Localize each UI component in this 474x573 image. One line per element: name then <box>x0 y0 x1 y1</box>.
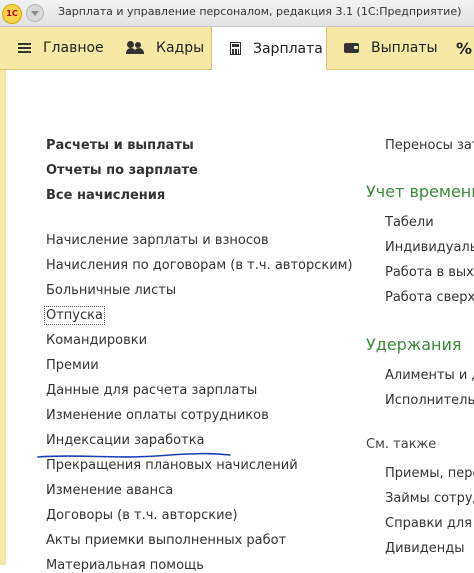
link-financial-aid[interactable]: Материальная помощь <box>46 558 204 573</box>
link-vacations[interactable]: Отпуска <box>44 306 105 325</box>
people-icon <box>126 41 144 55</box>
window-titlebar: 1С Зарплата и управление персоналом, ред… <box>0 0 474 27</box>
link-earnings-indexation[interactable]: Индексации заработка <box>46 433 205 448</box>
link-business-trips[interactable]: Командировки <box>46 333 147 348</box>
link-weekend-work[interactable]: Работа в выхо <box>385 265 474 280</box>
link-payroll-and-payments[interactable]: Расчеты и выплаты <box>46 138 194 153</box>
link-hirings-transfers[interactable]: Приемы, перев <box>385 466 474 481</box>
link-all-accruals[interactable]: Все начисления <box>46 188 165 203</box>
sections-panel: Главное Кадры Зарплата Выплаты % <box>0 27 474 70</box>
menu-icon <box>18 41 31 55</box>
window-title: Зарплата и управление персоналом, редакц… <box>58 5 462 18</box>
link-overtime-work[interactable]: Работа сверху <box>385 290 474 305</box>
tab-main[interactable]: Главное <box>18 27 104 69</box>
tab-personnel[interactable]: Кадры <box>126 27 204 69</box>
calculator-icon <box>230 42 241 55</box>
tab-payments[interactable]: Выплаты <box>344 27 438 69</box>
link-writs-of-execution[interactable]: Исполнительн <box>385 393 474 408</box>
link-accrual-salary-contributions[interactable]: Начисление зарплаты и взносов <box>46 233 269 248</box>
section-content: Расчеты и выплаты Отчеты по зарплате Все… <box>0 70 474 573</box>
link-individual-schedules[interactable]: Индивидуальн <box>385 240 474 255</box>
tab-label: Зарплата <box>253 40 323 57</box>
tab-label: Главное <box>43 40 104 56</box>
link-employee-loans[interactable]: Займы сотруд <box>385 491 474 506</box>
link-timesheets[interactable]: Табели <box>385 215 434 230</box>
link-dividends[interactable]: Дивиденды <box>385 541 464 556</box>
main-menu-button[interactable] <box>26 4 44 22</box>
link-sick-leaves[interactable]: Больничные листы <box>46 283 176 298</box>
link-salary-calculation-data[interactable]: Данные для расчета зарплаты <box>46 383 257 398</box>
link-work-acceptance-acts[interactable]: Акты приемки выполненных работ <box>46 533 286 548</box>
link-bonuses[interactable]: Премии <box>46 358 99 373</box>
left-panel-edge <box>0 70 6 565</box>
link-cost-transfer[interactable]: Переносы затр <box>385 138 474 153</box>
tab-label: % <box>456 38 473 58</box>
tab-label: Кадры <box>156 40 205 56</box>
tab-label: Выплаты <box>371 40 438 56</box>
link-employee-pay-change[interactable]: Изменение оплаты сотрудников <box>46 408 269 423</box>
wallet-icon <box>344 43 359 53</box>
section-title-deductions: Удержания <box>366 335 462 354</box>
link-accruals-by-contracts[interactable]: Начисления по договорам (в т.ч. авторски… <box>46 258 353 273</box>
tab-salary[interactable]: Зарплата <box>211 27 327 70</box>
app-logo-icon[interactable]: 1С <box>2 4 22 24</box>
see-also-title: См. также <box>366 437 437 452</box>
annotation-underline <box>37 452 231 458</box>
chevron-down-icon <box>31 11 39 16</box>
link-alimony[interactable]: Алименты и др <box>385 368 474 383</box>
link-contracts[interactable]: Договоры (в т.ч. авторские) <box>46 508 238 523</box>
link-payroll-reports[interactable]: Отчеты по зарплате <box>46 163 198 178</box>
section-title-time-tracking: Учет времени <box>366 182 474 201</box>
link-advance-change[interactable]: Изменение аванса <box>46 483 173 498</box>
tab-percent[interactable]: % <box>456 27 472 69</box>
link-certificates[interactable]: Справки для р <box>385 516 474 531</box>
